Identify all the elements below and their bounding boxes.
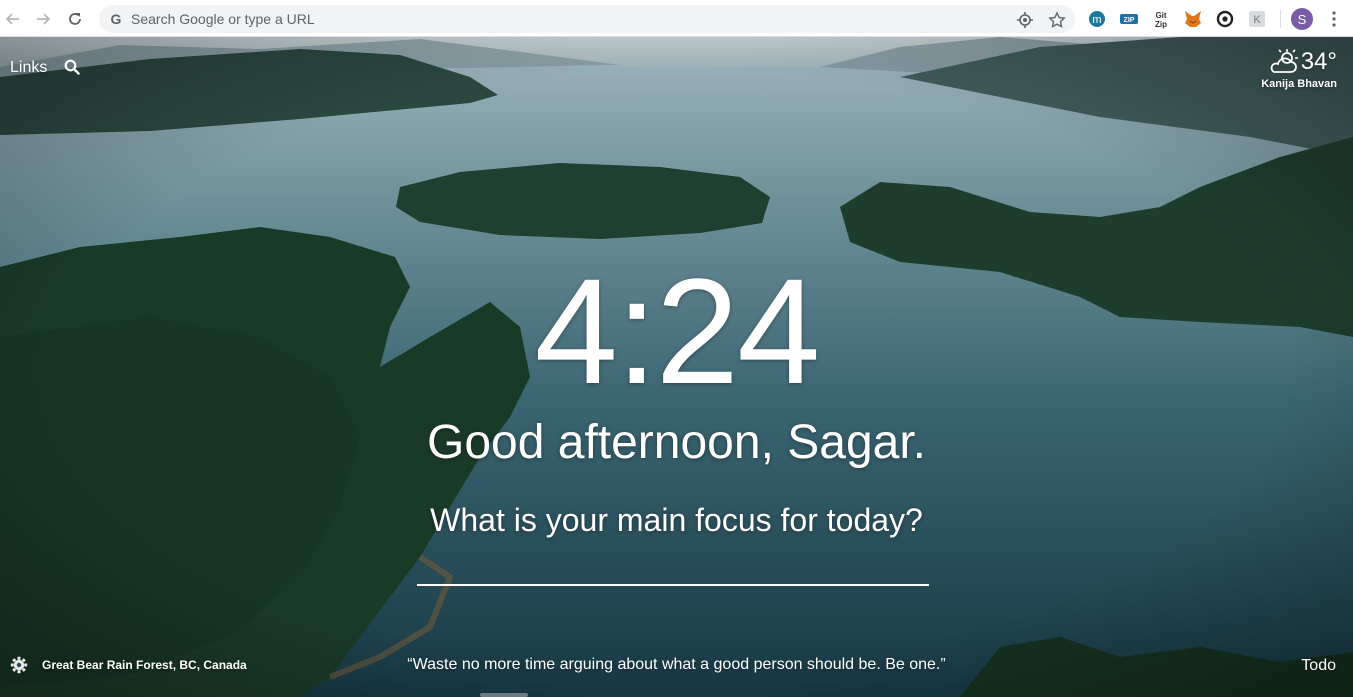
m-extension-icon[interactable]: m (1087, 9, 1107, 29)
partly-cloudy-sun-icon (1270, 49, 1298, 73)
gitzip-extension-icon[interactable]: Git Zip (1151, 9, 1171, 29)
svg-text:G: G (111, 11, 122, 27)
settings-gear-icon[interactable] (10, 656, 28, 674)
weather-location: Kanija Bhavan (1261, 78, 1337, 90)
forward-arrow-icon (37, 13, 51, 25)
omnibox-input[interactable] (131, 5, 991, 33)
kebab-menu-icon (1332, 11, 1336, 27)
scroll-indicator (480, 693, 528, 697)
svg-text:m: m (1092, 14, 1101, 26)
bookmark-star-icon[interactable] (1048, 11, 1066, 29)
browser-toolbar: G m ZIP GitZip K S (0, 0, 1353, 37)
metamask-fox-icon[interactable] (1183, 9, 1203, 29)
todo-button[interactable]: Todo (1301, 657, 1336, 675)
greeting-text: Good afternoon, Sagar. (426, 416, 927, 469)
zip-extension-icon[interactable]: ZIP (1119, 9, 1139, 29)
svg-text:K: K (1253, 14, 1261, 26)
profile-avatar[interactable]: S (1291, 8, 1313, 30)
link-extension-icon[interactable] (1215, 9, 1235, 29)
google-g-icon: G (111, 11, 122, 27)
weather-widget[interactable]: 34° Kanija Bhavan (1261, 48, 1337, 90)
location-target-icon[interactable] (1016, 11, 1034, 29)
daily-quote[interactable]: “Waste no more time arguing about what a… (300, 656, 1053, 674)
focus-input[interactable] (417, 548, 929, 586)
reload-button[interactable] (63, 7, 87, 31)
k-extension-icon[interactable]: K (1247, 9, 1267, 29)
clock-time: 4:24 (534, 247, 821, 415)
svg-text:Zip: Zip (1155, 20, 1167, 29)
svg-text:ZIP: ZIP (1124, 17, 1135, 24)
toolbar-divider (1280, 10, 1281, 28)
weather-temperature: 34° (1300, 48, 1337, 75)
photo-location[interactable]: Great Bear Rain Forest, BC, Canada (42, 658, 247, 672)
svg-text:Git: Git (1155, 11, 1166, 20)
search-icon[interactable] (64, 59, 80, 75)
back-button[interactable] (1, 7, 25, 31)
forward-button[interactable] (31, 7, 55, 31)
links-button[interactable]: Links (10, 59, 47, 77)
reload-icon (69, 13, 81, 25)
browser-menu-button[interactable] (1322, 7, 1346, 31)
focus-prompt: What is your main focus for today? (430, 502, 923, 538)
omnibox[interactable]: G (99, 5, 1075, 33)
back-arrow-icon (5, 13, 19, 25)
